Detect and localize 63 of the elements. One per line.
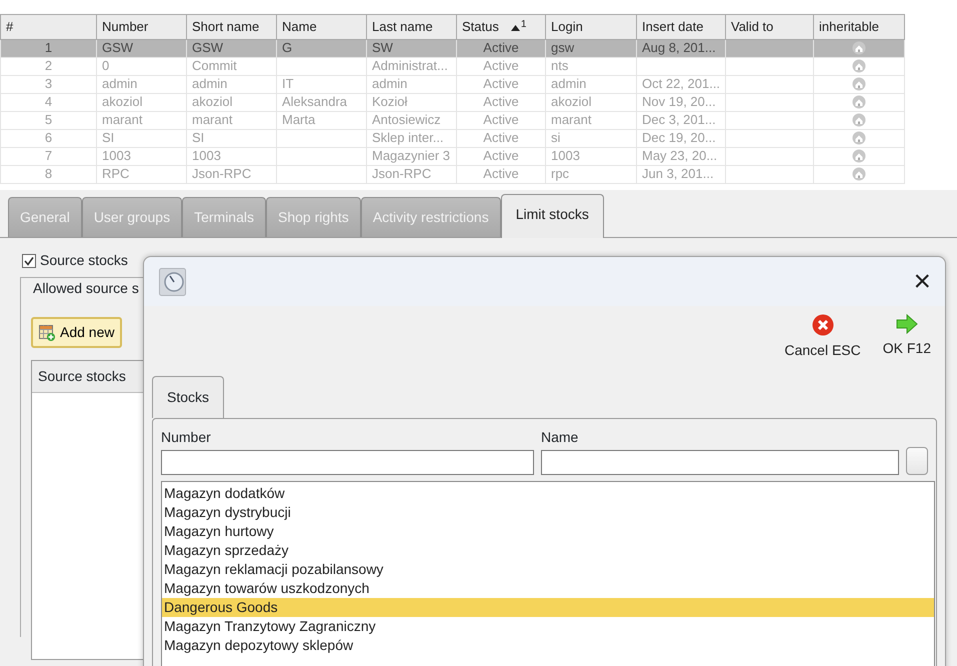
table-cell: Sklep inter...	[372, 130, 444, 145]
table-cell: GSW	[192, 40, 224, 55]
field-label: Number	[161, 428, 212, 447]
table-cell: akoziol	[102, 94, 142, 109]
table-cell: marant	[192, 112, 232, 127]
table-cell: 6	[44, 130, 52, 145]
table-cell: Active	[483, 130, 519, 145]
table-cell: Active	[483, 40, 519, 55]
table-cell: Nov 19, 20...	[642, 94, 716, 109]
table-cell: admin	[372, 76, 408, 91]
table-cell: Jun 3, 201...	[642, 166, 714, 181]
table-cell: 1003	[551, 148, 580, 163]
table-cell: Dec 19, 20...	[642, 130, 716, 145]
table-cell: 4	[44, 94, 52, 109]
table-cell: 8	[44, 166, 52, 181]
table-cell: Aleksandra	[282, 94, 348, 109]
table-cell: Aug 8, 201...	[642, 40, 716, 55]
table-cell: Active	[483, 76, 519, 91]
table-cell: Active	[483, 112, 519, 127]
checkbox-label: Source stocks	[40, 251, 128, 270]
table-cell: nts	[551, 58, 568, 73]
table-cell: 0	[102, 58, 110, 73]
table-cell: Dec 3, 201...	[642, 112, 716, 127]
table-cell: Active	[483, 58, 519, 73]
table-cell: Antosiewicz	[372, 112, 441, 127]
table-cell: 3	[44, 76, 52, 91]
table-cell: 7	[44, 148, 52, 163]
table-cell: si	[551, 130, 560, 145]
table-cell: akoziol	[551, 94, 592, 109]
table-cell: Oct 22, 201...	[642, 76, 720, 91]
table-cell: Magazynier 3	[372, 148, 450, 163]
table-cell: Commit	[192, 58, 237, 73]
table-cell: 2	[44, 58, 52, 73]
table-cell: IT	[282, 76, 294, 91]
table-cell: May 23, 20...	[642, 148, 718, 163]
table-cell: Administrat...	[372, 58, 448, 73]
table-cell: G	[282, 40, 292, 55]
table-cell: SW	[372, 40, 393, 55]
table-cell: Active	[483, 166, 519, 181]
table-cell: marant	[551, 112, 592, 127]
table-cell: admin	[192, 76, 228, 91]
sort-order: 1	[520, 19, 526, 30]
table-cell: 1003	[192, 148, 221, 163]
table-cell: Json-RPC	[192, 166, 252, 181]
table-cell: Active	[483, 148, 519, 163]
table-cell: 1	[44, 40, 52, 55]
table-cell: admin	[551, 76, 586, 91]
table-cell: gsw	[551, 40, 574, 55]
field-label: Name	[541, 428, 580, 447]
table-cell: rpc	[551, 166, 570, 181]
table-cell: 1003	[102, 148, 131, 163]
table-cell: Json-RPC	[372, 166, 432, 181]
table-cell: SI	[102, 130, 114, 145]
table-cell: GSW	[102, 40, 134, 55]
table-cell: marant	[102, 112, 142, 127]
table-cell: Marta	[282, 112, 316, 127]
table-cell: akoziol	[192, 94, 232, 109]
table-cell: Active	[483, 94, 519, 109]
table-cell: Kozioł	[372, 94, 408, 109]
table-cell: RPC	[102, 166, 130, 181]
table-cell: SI	[192, 130, 204, 145]
table-cell: 5	[44, 112, 52, 127]
table-cell: admin	[102, 76, 138, 91]
